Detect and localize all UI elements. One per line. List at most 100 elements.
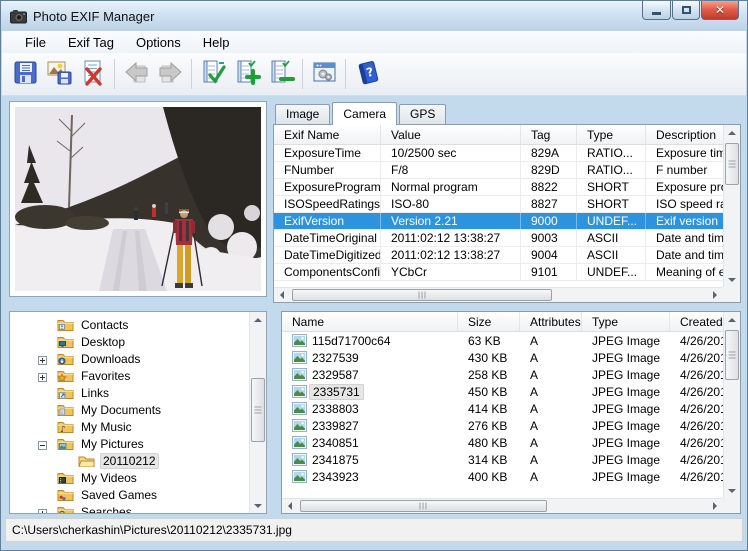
- window-controls: ✕: [642, 1, 739, 20]
- scroll-down-arrow[interactable]: [724, 272, 740, 287]
- remove-tag-button[interactable]: [264, 56, 298, 92]
- menu-options[interactable]: Options: [125, 32, 192, 53]
- column-header-type[interactable]: Type: [577, 125, 646, 144]
- column-header-exif-name[interactable]: Exif Name: [274, 125, 381, 144]
- expand-plus-icon[interactable]: [38, 507, 47, 514]
- column-header-tag[interactable]: Tag: [521, 125, 577, 144]
- table-row[interactable]: 2335731450 KBAJPEG Image4/26/2011 12:: [282, 383, 740, 400]
- tree-item-my-pictures[interactable]: My Pictures: [10, 435, 266, 452]
- expand-plus-icon[interactable]: [38, 354, 47, 363]
- cell: 414 KB: [458, 400, 520, 417]
- tree-item-saved-games[interactable]: Saved Games: [10, 486, 266, 503]
- table-row[interactable]: ExposureTime10/2500 sec829ARATIO...Expos…: [274, 145, 740, 162]
- scrollbar-thumb[interactable]: [725, 143, 739, 185]
- add-tag-button[interactable]: [230, 56, 264, 92]
- cell: 314 KB: [458, 451, 520, 468]
- tab-camera[interactable]: Camera: [332, 102, 397, 125]
- table-row[interactable]: 2340851480 KBAJPEG Image4/26/2011 12:: [282, 434, 740, 451]
- table-row[interactable]: 2329587258 KBAJPEG Image4/26/2011 12:: [282, 366, 740, 383]
- folder-downloads-icon: [57, 352, 74, 366]
- scrollbar-thumb[interactable]: [300, 500, 547, 512]
- menu-file[interactable]: File: [14, 32, 57, 53]
- scroll-down-arrow[interactable]: [250, 498, 266, 513]
- table-row[interactable]: ExifVersionVersion 2.219000UNDEF...Exif …: [274, 213, 740, 230]
- tree-item-contacts[interactable]: Contacts: [10, 316, 266, 333]
- save-button[interactable]: [8, 56, 42, 92]
- table-row[interactable]: ISOSpeedRatingsISO-808827SHORTISO speed …: [274, 196, 740, 213]
- column-header-name[interactable]: Name: [282, 312, 458, 331]
- tree-item-downloads[interactable]: Downloads: [10, 350, 266, 367]
- tab-gps[interactable]: GPS: [399, 104, 446, 124]
- menu-help[interactable]: Help: [192, 32, 241, 53]
- tree-item-links[interactable]: Links: [10, 384, 266, 401]
- scrollbar-thumb[interactable]: [292, 289, 552, 301]
- table-row[interactable]: 2338803414 KBAJPEG Image4/26/2011 12:: [282, 400, 740, 417]
- options-button[interactable]: [307, 56, 341, 92]
- cell: ExposureTime: [274, 145, 381, 161]
- tab-image[interactable]: Image: [275, 104, 330, 124]
- tree-item-my-documents[interactable]: My Documents: [10, 401, 266, 418]
- tree-item-my-videos[interactable]: My Videos: [10, 469, 266, 486]
- cell-text: JPEG Image: [592, 351, 660, 365]
- table-row[interactable]: 2343923400 KBAJPEG Image4/26/2011 12:: [282, 468, 740, 485]
- column-header-type[interactable]: Type: [582, 312, 670, 331]
- table-row[interactable]: FNumberF/8829DRATIO...F number: [274, 162, 740, 179]
- tree-item-searches[interactable]: Searches: [10, 503, 266, 514]
- horizontal-scrollbar[interactable]: [282, 498, 723, 513]
- delete-exif-list-button[interactable]: [76, 56, 110, 92]
- scroll-left-arrow[interactable]: [274, 288, 290, 302]
- table-row[interactable]: 2341875314 KBAJPEG Image4/26/2011 12:: [282, 451, 740, 468]
- vertical-scrollbar[interactable]: [723, 125, 740, 287]
- expand-minus-icon[interactable]: [38, 439, 47, 448]
- next-image-button[interactable]: [153, 56, 187, 92]
- table-row[interactable]: 2339827276 KBAJPEG Image4/26/2011 12:: [282, 417, 740, 434]
- tree-vertical-scrollbar[interactable]: [249, 312, 266, 513]
- scroll-up-arrow[interactable]: [724, 312, 740, 327]
- scrollbar-thumb[interactable]: [725, 330, 739, 380]
- menu-exif-tag[interactable]: Exif Tag: [57, 32, 125, 53]
- maximize-button[interactable]: [672, 1, 700, 20]
- expand-plus-icon[interactable]: [38, 371, 47, 380]
- table-row[interactable]: 115d71700c6463 KBAJPEG Image4/26/2011 12…: [282, 332, 740, 349]
- validate-tags-button[interactable]: [196, 56, 230, 92]
- save-image-button[interactable]: [42, 56, 76, 92]
- scrollbar-thumb[interactable]: [251, 378, 265, 442]
- cell-text: A: [530, 368, 538, 382]
- prev-image-button[interactable]: [119, 56, 153, 92]
- scroll-left-arrow[interactable]: [282, 499, 298, 513]
- tree-item-my-music[interactable]: ♪My Music: [10, 418, 266, 435]
- minimize-button[interactable]: [642, 1, 671, 20]
- table-row[interactable]: DateTimeDigitized2011:02:12 13:38:279004…: [274, 247, 740, 264]
- horizontal-scrollbar[interactable]: [274, 287, 723, 302]
- table-row[interactable]: ExposureProgramNormal program8822SHORTEx…: [274, 179, 740, 196]
- scroll-up-arrow[interactable]: [250, 312, 266, 327]
- help-button[interactable]: ?: [350, 56, 384, 92]
- cell-text: Normal program: [391, 180, 478, 194]
- table-row[interactable]: ComponentsConfig...YCbCr9101UNDEF...Mean…: [274, 264, 740, 281]
- column-header-value[interactable]: Value: [381, 125, 521, 144]
- scroll-down-arrow[interactable]: [724, 483, 740, 498]
- scroll-right-arrow[interactable]: [707, 288, 723, 302]
- table-row[interactable]: 2327539430 KBAJPEG Image4/26/2011 12:: [282, 349, 740, 366]
- vertical-scrollbar[interactable]: [723, 312, 740, 498]
- cell: ExifVersion: [274, 213, 381, 229]
- cell: A: [520, 417, 582, 434]
- tree-item-desktop[interactable]: Desktop: [10, 333, 266, 350]
- scroll-right-arrow[interactable]: [707, 499, 723, 513]
- close-button[interactable]: ✕: [701, 1, 739, 20]
- table-body: ExposureTime10/2500 sec829ARATIO...Expos…: [274, 145, 740, 281]
- exif-tabs: ImageCameraGPS: [273, 101, 741, 124]
- scroll-up-arrow[interactable]: [724, 125, 740, 140]
- window-title: Photo EXIF Manager: [33, 9, 154, 24]
- column-header-size[interactable]: Size: [458, 312, 520, 331]
- tree-item-label: Saved Games: [79, 488, 159, 502]
- tree-item-favorites[interactable]: Favorites: [10, 367, 266, 384]
- tree-item-label: Favorites: [79, 369, 132, 383]
- toolbar: ?: [2, 53, 746, 96]
- column-header-attributes[interactable]: Attributes: [520, 312, 582, 331]
- tree-item-20110212[interactable]: 20110212: [10, 452, 266, 469]
- image-file-icon: [292, 368, 307, 381]
- floppy-icon: [12, 59, 39, 89]
- cell-text: F/8: [391, 163, 408, 177]
- table-row[interactable]: DateTimeOriginal2011:02:12 13:38:279003A…: [274, 230, 740, 247]
